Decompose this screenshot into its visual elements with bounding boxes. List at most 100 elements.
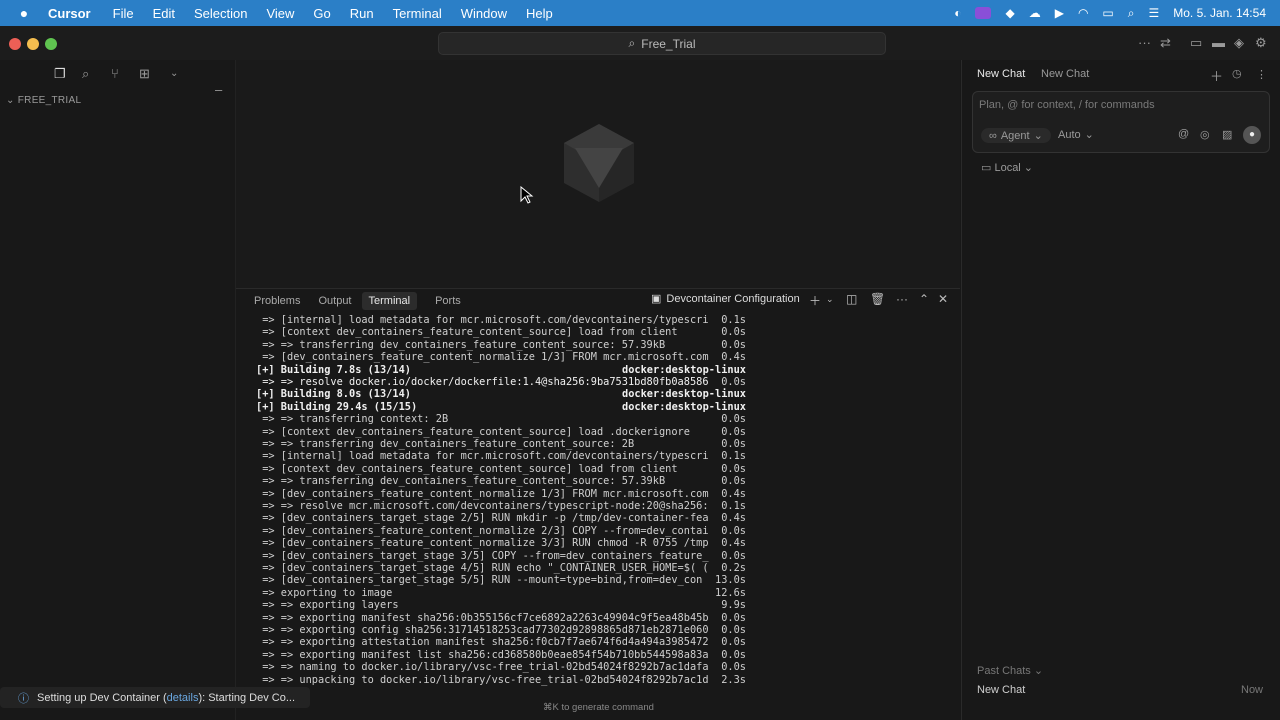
- model-dropdown[interactable]: Auto ⌄: [1058, 128, 1094, 142]
- terminal-line: => [dev_containers_target_stage 4/5] RUN…: [256, 562, 709, 574]
- explorer-folder-header[interactable]: ⌄ FREE_TRIAL: [6, 95, 81, 106]
- menu-terminal[interactable]: Terminal: [393, 6, 442, 21]
- tab-output[interactable]: Output: [318, 293, 351, 309]
- location-dropdown[interactable]: ▭ Local ⌄: [981, 161, 1033, 174]
- status-app-icon[interactable]: ◐: [954, 6, 961, 20]
- menu-selection[interactable]: Selection: [194, 6, 247, 21]
- trash-icon[interactable]: 🗑: [870, 292, 885, 306]
- cube-icon[interactable]: ◈: [1234, 35, 1244, 51]
- collapse-icon[interactable]: –: [215, 82, 222, 97]
- terminal-line-duration: 0.0s: [721, 438, 746, 450]
- explorer-files-icon[interactable]: ❐: [54, 66, 66, 82]
- chevron-down-icon: ⌄: [1084, 129, 1094, 141]
- more-icon[interactable]: ···: [1138, 35, 1151, 50]
- mention-at-icon[interactable]: @: [1178, 128, 1189, 140]
- terminal-line: => => naming to docker.io/library/vsc-fr…: [256, 661, 709, 674]
- terminal-line-duration: 0.4s: [721, 512, 746, 525]
- info-icon: ⓘ: [18, 692, 29, 705]
- globe-icon[interactable]: ◎: [1200, 128, 1210, 141]
- history-item-title[interactable]: New Chat: [977, 684, 1025, 696]
- terminal-line-duration: 0.2s: [721, 562, 746, 574]
- terminal-line: => => resolve mcr.microsoft.com/devconta…: [256, 500, 709, 512]
- chat-tab-other[interactable]: New Chat: [1041, 68, 1089, 80]
- menubar-status-items: ◐ ◆ ☁ ▶ ◠ ▭ ⌕ ☰ Mo. 5. Jan. 14:54: [954, 0, 1266, 26]
- toggle-panel-icon[interactable]: ▬: [1212, 35, 1225, 50]
- terminal-line-duration: 0.0s: [721, 549, 746, 562]
- menu-file[interactable]: File: [113, 6, 134, 21]
- explorer-sidebar: [0, 60, 236, 720]
- past-chats-header[interactable]: Past Chats ⌄: [977, 664, 1043, 677]
- panel-more-icon[interactable]: ···: [896, 292, 908, 306]
- menu-view[interactable]: View: [266, 6, 294, 21]
- terminal-line: => => resolve docker.io/docker/dockerfil…: [256, 376, 709, 388]
- swap-icon[interactable]: ⇄: [1160, 35, 1171, 51]
- screen-share-icon[interactable]: [975, 7, 992, 19]
- tab-terminal[interactable]: Terminal: [361, 292, 418, 310]
- terminal-dropdown-icon[interactable]: ⌄: [826, 294, 834, 305]
- chat-tab-active[interactable]: New Chat: [977, 68, 1025, 80]
- maximize-panel-icon[interactable]: ⌃: [919, 292, 929, 306]
- split-terminal-icon[interactable]: ◫: [846, 292, 857, 306]
- mouse-pointer-icon: [520, 186, 534, 204]
- menu-window[interactable]: Window: [461, 6, 507, 21]
- terminal-line: => [context dev_containers_feature_conte…: [256, 326, 678, 339]
- terminal-line: [+] Building 8.0s (13/14): [256, 388, 411, 401]
- terminal-line: => => exporting layers: [256, 599, 399, 612]
- tab-ports[interactable]: Ports: [435, 293, 461, 309]
- menubar-datetime[interactable]: Mo. 5. Jan. 14:54: [1173, 6, 1266, 20]
- menu-app-name[interactable]: Cursor: [48, 6, 91, 21]
- apple-icon[interactable]: ●: [16, 5, 32, 21]
- agent-mode-dropdown[interactable]: ∞ Agent ⌄: [981, 128, 1051, 143]
- search-text: Free_Trial: [641, 36, 696, 51]
- terminal-line: [+] Building 7.8s (13/14): [256, 363, 411, 376]
- menu-go[interactable]: Go: [313, 6, 330, 21]
- chevron-down-icon[interactable]: ⌄: [170, 68, 178, 79]
- terminal-line-duration: 0.0s: [721, 475, 746, 488]
- terminal-line: => => transferring dev_containers_featur…: [256, 438, 635, 450]
- tab-problems[interactable]: Problems: [254, 293, 300, 309]
- menu-help[interactable]: Help: [526, 6, 553, 21]
- chevron-down-icon: ⌄: [1033, 130, 1043, 142]
- image-icon[interactable]: ▨: [1222, 128, 1232, 141]
- battery-icon[interactable]: ▭: [1102, 6, 1113, 20]
- extensions-icon[interactable]: ⊞: [139, 66, 150, 82]
- play-icon[interactable]: ▶: [1055, 6, 1064, 20]
- search-view-icon[interactable]: ⌕: [82, 66, 89, 82]
- terminal-line: => => transferring dev_containers_featur…: [256, 338, 666, 351]
- command-center-search[interactable]: ⌕ Free_Trial: [438, 32, 886, 55]
- terminal-selector[interactable]: ▣ Devcontainer Configuration: [651, 292, 800, 306]
- terminal-line: => exporting to image: [256, 586, 393, 599]
- terminal-line-duration: 0.0s: [721, 611, 746, 624]
- maximize-window-button[interactable]: [45, 38, 57, 50]
- terminal-line: => => transferring dev_containers_featur…: [256, 475, 666, 488]
- toggle-sidebar-icon[interactable]: ▭: [1190, 35, 1202, 51]
- spotlight-search-icon[interactable]: ⌕: [1128, 6, 1135, 21]
- microphone-icon[interactable]: ●: [1243, 126, 1261, 144]
- history-clock-icon[interactable]: ◷: [1232, 67, 1242, 80]
- folder-name: FREE_TRIAL: [17, 95, 82, 106]
- close-window-button[interactable]: [9, 38, 21, 50]
- cloud-icon[interactable]: ☁: [1029, 6, 1041, 20]
- chevron-down-icon: ⌄: [1030, 665, 1044, 677]
- new-terminal-icon[interactable]: ＋: [809, 292, 821, 309]
- menu-edit[interactable]: Edit: [153, 6, 175, 21]
- source-control-icon[interactable]: ⑂: [111, 66, 119, 81]
- terminal-line: => [internal] load metadata for mcr.micr…: [256, 450, 709, 463]
- terminal-line-duration: docker:desktop-linux: [622, 363, 746, 376]
- wifi-icon[interactable]: ◠: [1078, 6, 1088, 20]
- settings-gear-icon[interactable]: ⚙: [1255, 35, 1267, 51]
- menu-run[interactable]: Run: [350, 6, 374, 21]
- status-details-link[interactable]: details: [167, 692, 199, 704]
- terminal-line-duration: 0.0s: [721, 462, 746, 475]
- status-notification[interactable]: ⓘ Setting up Dev Container (details): St…: [0, 687, 310, 708]
- terminal-line: => [context dev_containers_feature_conte…: [256, 425, 690, 438]
- terminal-line: => [dev_containers_target_stage 3/5] COP…: [256, 549, 709, 562]
- chat-input-placeholder[interactable]: Plan, @ for context, / for commands: [979, 99, 1155, 111]
- new-chat-plus-icon[interactable]: ＋: [1210, 66, 1223, 85]
- minimize-window-button[interactable]: [27, 38, 39, 50]
- dropbox-icon[interactable]: ◆: [1005, 6, 1014, 20]
- control-center-icon[interactable]: ☰: [1149, 6, 1160, 20]
- chat-more-icon[interactable]: ⋮: [1256, 68, 1267, 81]
- chat-panel: [961, 60, 1280, 720]
- close-panel-icon[interactable]: ✕: [938, 292, 948, 306]
